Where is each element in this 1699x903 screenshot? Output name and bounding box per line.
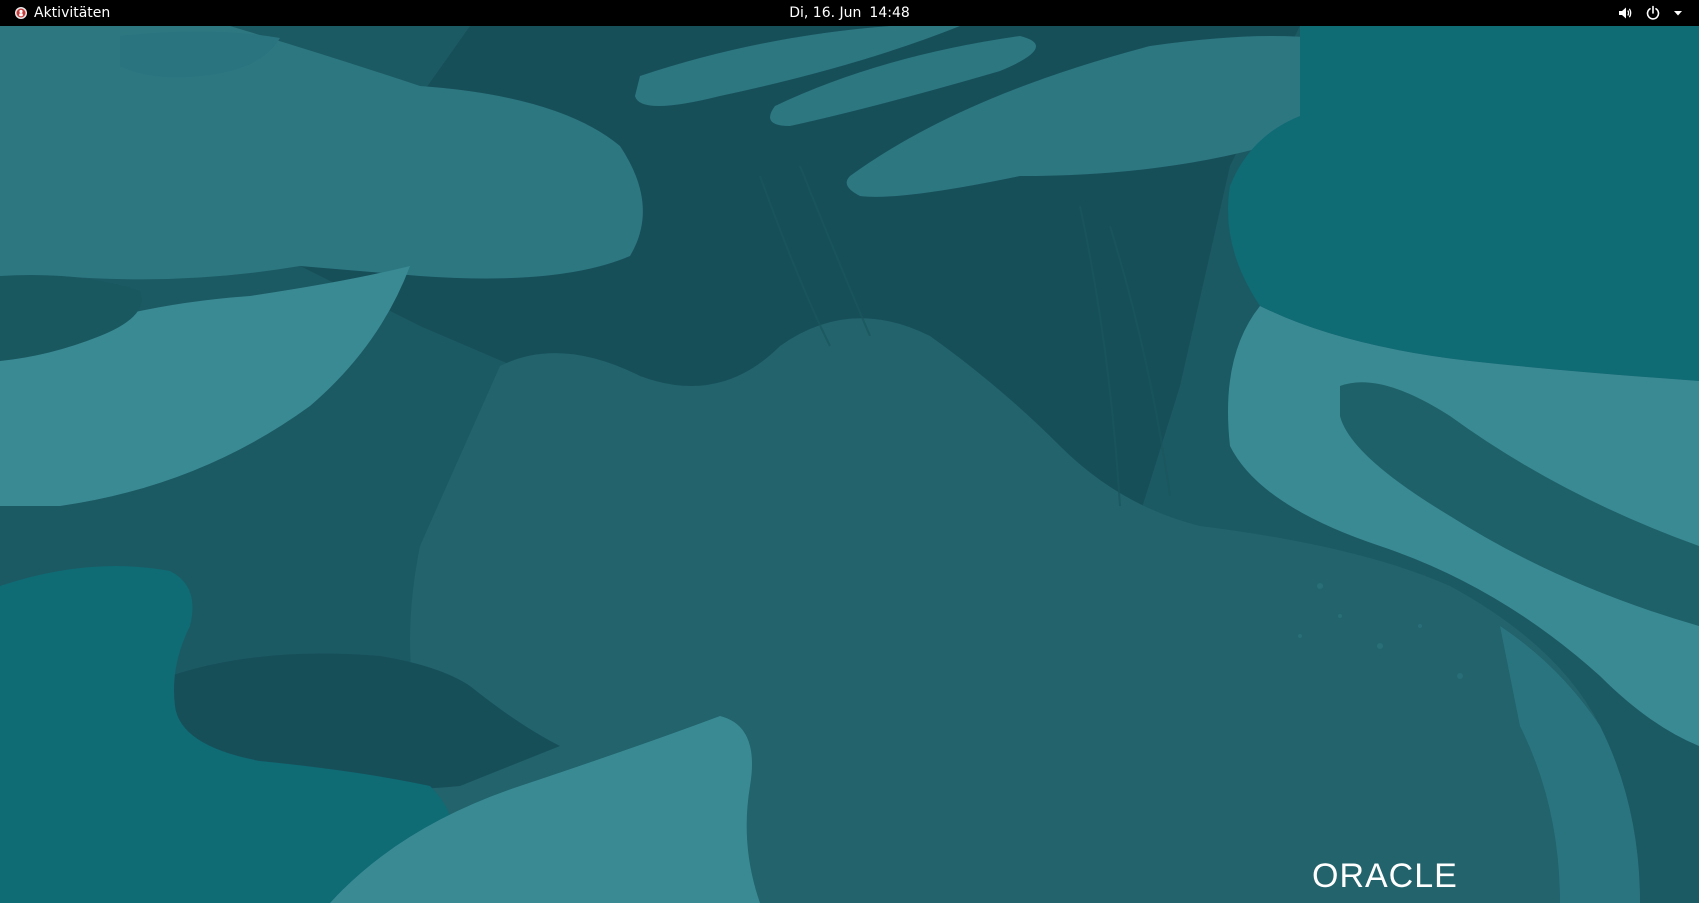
system-menu-button[interactable] xyxy=(1611,0,1689,26)
desktop-wallpaper[interactable] xyxy=(0,26,1699,903)
oracle-logo: ORACLE xyxy=(1312,857,1458,895)
activities-button[interactable]: Aktivitäten xyxy=(8,0,116,26)
top-bar: Aktivitäten Di, 16. Jun 14:48 xyxy=(0,0,1699,26)
volume-icon xyxy=(1617,5,1633,21)
clock-date: Di, 16. Jun xyxy=(789,5,862,21)
distro-logo-icon xyxy=(14,6,28,20)
activities-label: Aktivitäten xyxy=(34,5,111,21)
clock-time: 14:48 xyxy=(869,5,910,21)
power-icon xyxy=(1645,5,1661,21)
desktop-screen: Aktivitäten Di, 16. Jun 14:48 ORACLE xyxy=(0,0,1699,903)
wallpaper-art xyxy=(0,26,1699,903)
chevron-down-icon xyxy=(1673,5,1683,21)
clock-button[interactable]: Di, 16. Jun 14:48 xyxy=(781,0,918,26)
